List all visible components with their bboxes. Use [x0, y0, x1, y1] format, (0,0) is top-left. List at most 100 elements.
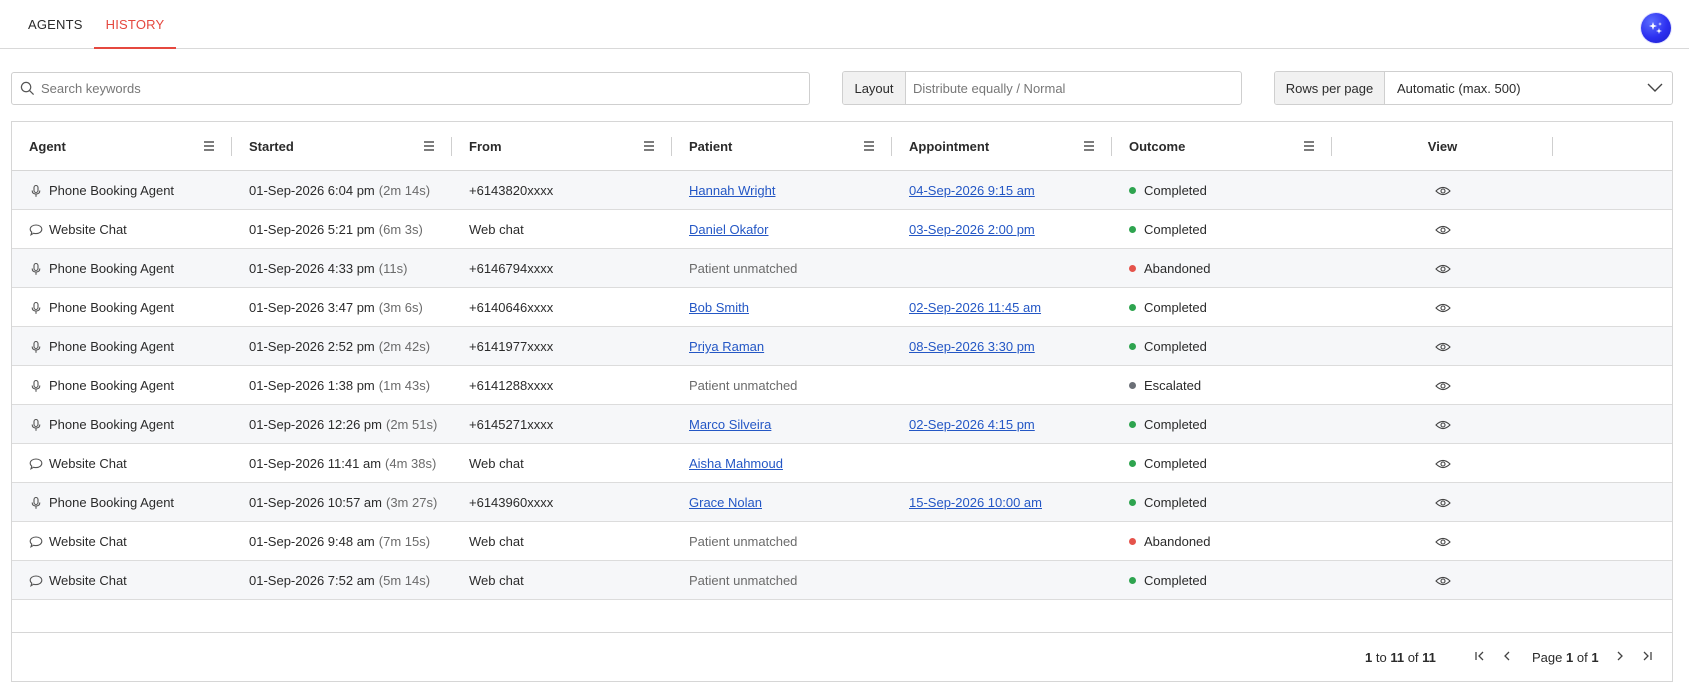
patient-link[interactable]: Grace Nolan [689, 495, 762, 510]
cell-outcome: Completed [1112, 288, 1207, 327]
column-menu-icon[interactable] [422, 139, 436, 153]
header-appointment-label: Appointment [909, 139, 990, 154]
outcome-status: Completed [1144, 573, 1207, 588]
column-separator[interactable] [1552, 137, 1553, 156]
table-row[interactable]: Phone Booking Agent 01-Sep-2026 6:04 pm (2… [12, 171, 1672, 210]
duration: (11s) [378, 261, 408, 276]
table-row[interactable]: Website Chat 01-Sep-2026 11:41 am (4m 38s)… [12, 444, 1672, 483]
started-time: 01-Sep-2026 12:26 pm [249, 417, 382, 432]
cell-patient: Daniel Okafor [672, 210, 768, 249]
header-outcome[interactable]: Outcome [1112, 122, 1332, 171]
cell-started: 01-Sep-2026 9:48 am (7m 15s) [232, 522, 430, 561]
header-started[interactable]: Started [232, 122, 452, 171]
cell-started: 01-Sep-2026 5:21 pm (6m 3s) [232, 210, 423, 249]
next-page-icon[interactable] [1612, 648, 1628, 664]
table-row[interactable]: Website Chat 01-Sep-2026 9:48 am (7m 15s) W… [12, 522, 1672, 561]
row-range-end: 11 [1390, 650, 1405, 665]
column-menu-icon[interactable] [1082, 139, 1096, 153]
started-time: 01-Sep-2026 7:52 am [249, 573, 375, 588]
patient-link[interactable]: Hannah Wright [689, 183, 775, 198]
header-patient[interactable]: Patient [672, 122, 892, 171]
cell-started: 01-Sep-2026 4:33 pm (11s) [232, 249, 407, 288]
view-button[interactable] [1332, 405, 1553, 444]
cell-started: 01-Sep-2026 1:38 pm (1m 43s) [232, 366, 430, 405]
previous-page-icon[interactable] [1499, 648, 1515, 664]
outcome-status: Abandoned [1144, 534, 1211, 549]
table-row[interactable]: Phone Booking Agent 01-Sep-2026 12:26 pm(… [12, 405, 1672, 444]
eye-icon [1434, 342, 1451, 351]
search-input[interactable] [41, 81, 801, 96]
cell-agent: Website Chat [12, 444, 127, 483]
cell-appointment: 08-Sep-2026 3:30 pm [892, 327, 1035, 366]
header-agent[interactable]: Agent [12, 122, 232, 171]
header-view[interactable]: View [1332, 122, 1553, 171]
cell-started: 01-Sep-2026 2:52 pm (2m 42s) [232, 327, 430, 366]
table-row[interactable]: Phone Booking Agent 01-Sep-2026 10:57 am(… [12, 483, 1672, 522]
cell-agent: Phone Booking Agent [12, 249, 174, 288]
cell-from: +6143960xxxx [452, 483, 553, 522]
status-dot [1129, 538, 1136, 545]
column-menu-icon[interactable] [1302, 139, 1316, 153]
patient-link[interactable]: Aisha Mahmoud [689, 456, 783, 471]
view-button[interactable] [1332, 249, 1553, 288]
column-menu-icon[interactable] [862, 139, 876, 153]
patient-unmatched: Patient unmatched [689, 261, 798, 276]
view-button[interactable] [1332, 288, 1553, 327]
cell-appointment [892, 366, 909, 405]
view-button[interactable] [1332, 522, 1553, 561]
rows-per-page-value[interactable]: Automatic (max. 500) [1385, 72, 1672, 104]
layout-value[interactable]: Distribute equally / Normal [906, 72, 1241, 104]
view-button[interactable] [1332, 366, 1553, 405]
appointment-link[interactable]: 02-Sep-2026 11:45 am [909, 300, 1041, 315]
cell-appointment: 03-Sep-2026 2:00 pm [892, 210, 1035, 249]
eye-icon [1434, 420, 1451, 429]
duration: (7m 15s) [378, 534, 431, 549]
appointment-link[interactable]: 08-Sep-2026 3:30 pm [909, 339, 1035, 354]
appointment-link[interactable]: 04-Sep-2026 9:15 am [909, 183, 1035, 198]
table-row[interactable]: Phone Booking Agent 01-Sep-2026 1:38 pm (1… [12, 366, 1672, 405]
started-time: 01-Sep-2026 10:57 am [249, 495, 382, 510]
tab-history[interactable]: HISTORY [94, 0, 176, 49]
avatar[interactable] [1641, 13, 1671, 43]
history-grid: Agent Started From Patient Appointment O… [11, 121, 1673, 682]
column-menu-icon[interactable] [202, 139, 216, 153]
view-button[interactable] [1332, 444, 1553, 483]
page-current: 1 [1566, 650, 1574, 665]
outcome-status: Completed [1144, 222, 1207, 237]
header-appointment[interactable]: Appointment [892, 122, 1112, 171]
microphone-icon [31, 340, 41, 353]
header-from[interactable]: From [452, 122, 672, 171]
patient-link[interactable]: Priya Raman [689, 339, 764, 354]
agent-name: Phone Booking Agent [49, 261, 175, 276]
layout-control[interactable]: Layout Distribute equally / Normal [842, 71, 1242, 105]
view-button[interactable] [1332, 327, 1553, 366]
column-menu-icon[interactable] [642, 139, 656, 153]
outcome-status: Escalated [1144, 378, 1202, 393]
view-button[interactable] [1332, 210, 1553, 249]
appointment-link[interactable]: 03-Sep-2026 2:00 pm [909, 222, 1035, 237]
rows-per-page-select[interactable]: Rows per page Automatic (max. 500) [1274, 71, 1673, 105]
last-page-icon[interactable] [1639, 648, 1655, 664]
view-button[interactable] [1332, 483, 1553, 522]
table-row[interactable]: Website Chat 01-Sep-2026 7:52 am (5m 14s) W… [12, 561, 1672, 600]
patient-link[interactable]: Marco Silveira [689, 417, 771, 432]
view-button[interactable] [1332, 171, 1553, 210]
table-row[interactable]: Website Chat 01-Sep-2026 5:21 pm (6m 3s) We… [12, 210, 1672, 249]
table-row[interactable]: Phone Booking Agent 01-Sep-2026 2:52 pm (2… [12, 327, 1672, 366]
appointment-link[interactable]: 15-Sep-2026 10:00 am [909, 495, 1042, 510]
header-view-label: View [1427, 139, 1458, 154]
first-page-icon[interactable] [1472, 648, 1488, 664]
patient-link[interactable]: Daniel Okafor [689, 222, 768, 237]
cell-agent: Phone Booking Agent [12, 288, 174, 327]
tab-agents[interactable]: AGENTS [28, 0, 83, 49]
started-time: 01-Sep-2026 3:47 pm [249, 300, 375, 315]
table-row[interactable]: Phone Booking Agent 01-Sep-2026 3:47 pm (3… [12, 288, 1672, 327]
started-time: 01-Sep-2026 1:38 pm [249, 378, 375, 393]
table-row[interactable]: Phone Booking Agent 01-Sep-2026 4:33 pm (1… [12, 249, 1672, 288]
appointment-link[interactable]: 02-Sep-2026 4:15 pm [909, 417, 1035, 432]
agent-name: Website Chat [49, 456, 127, 471]
view-button[interactable] [1332, 561, 1553, 600]
cell-outcome: Completed [1112, 405, 1207, 444]
header-outcome-label: Outcome [1129, 139, 1186, 154]
patient-link[interactable]: Bob Smith [689, 300, 749, 315]
